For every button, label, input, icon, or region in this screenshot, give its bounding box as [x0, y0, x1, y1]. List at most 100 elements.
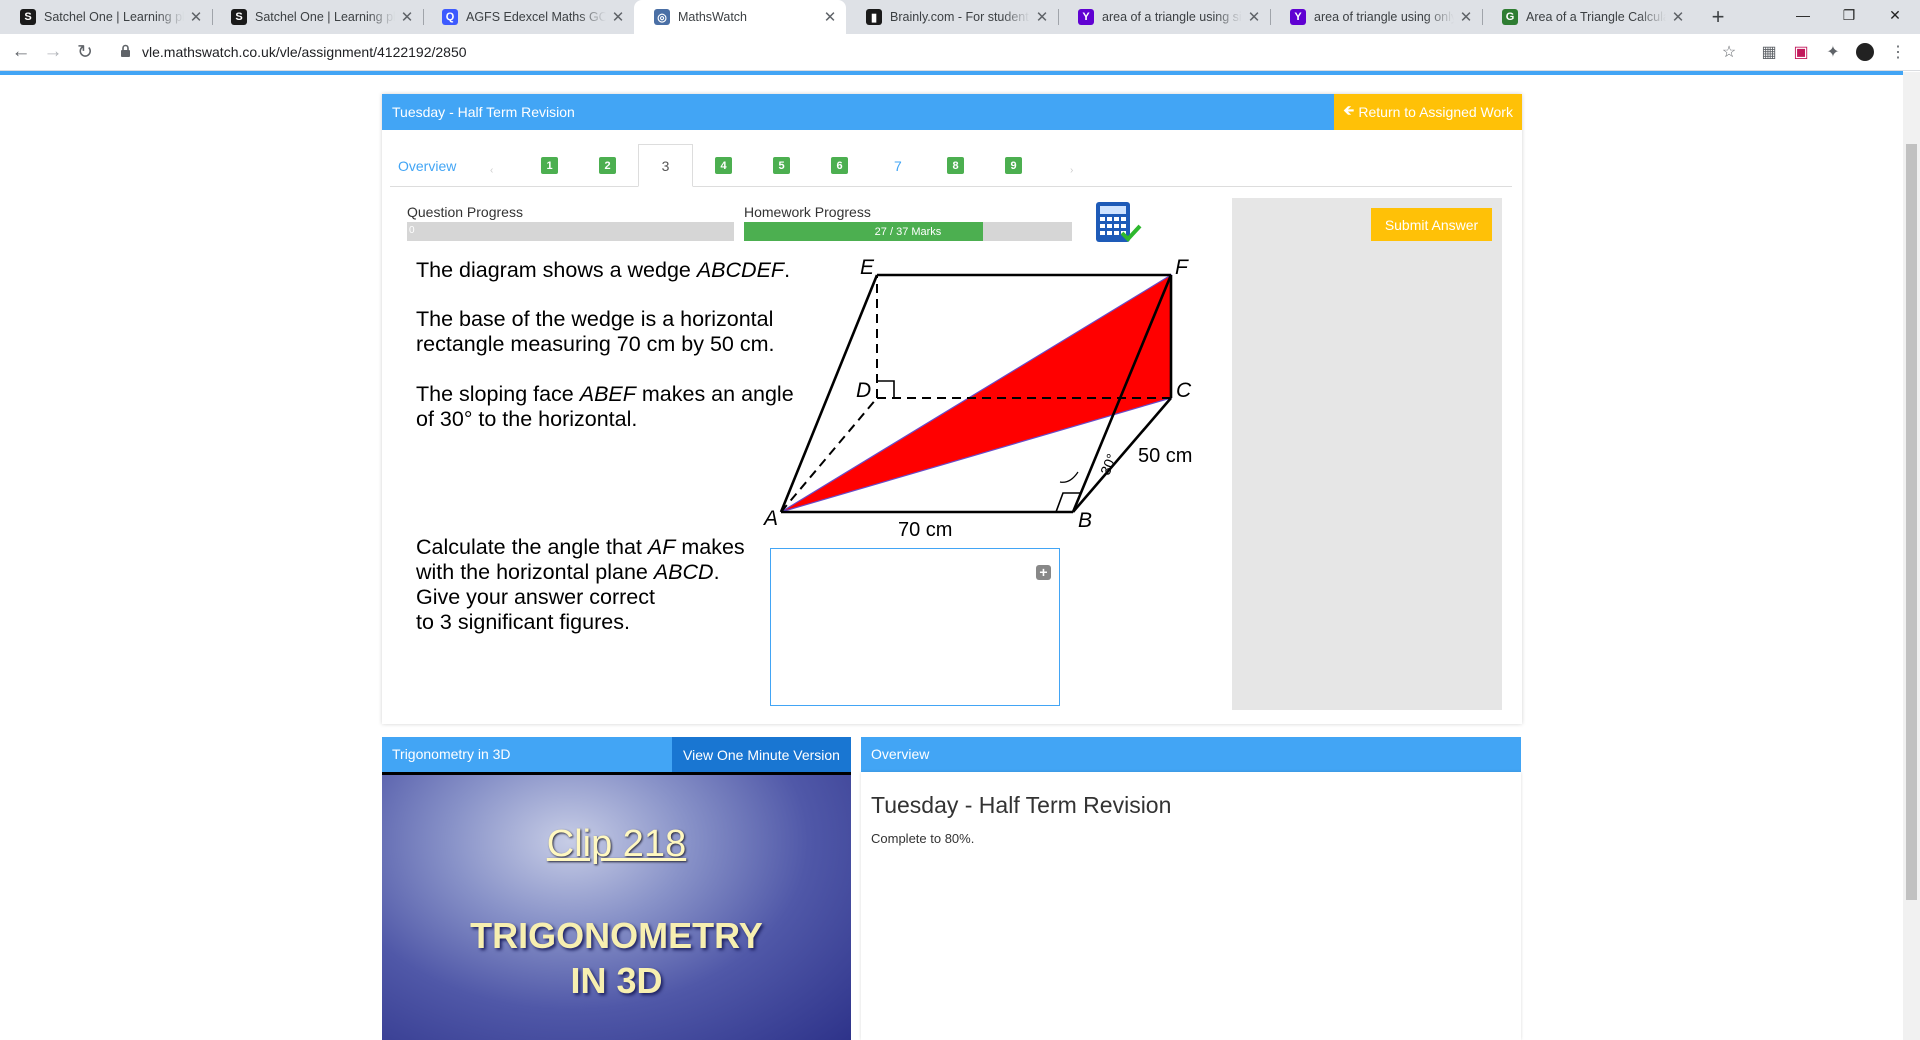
video-player[interactable]: Clip 218 TRIGONOMETRY IN 3D [382, 772, 851, 1040]
tab-favicon-icon: ◎ [654, 9, 670, 25]
text: with the horizontal plane [416, 560, 654, 584]
label-d: D [856, 379, 871, 402]
question-base-line2: rectangle measuring 70 cm by 50 cm. [416, 332, 775, 356]
tab-overview[interactable]: Overview [398, 158, 456, 174]
tab-question-6[interactable]: 6 [831, 157, 848, 174]
question-task-line2: with the horizontal plane ABCD. [416, 560, 720, 585]
tab-title: AGFS Edexcel Maths GCSE F [466, 10, 606, 24]
question-slope-line2: of 30° to the horizontal. [416, 407, 638, 431]
close-tab-icon[interactable]: ✕ [1246, 9, 1262, 26]
text-italic: ABCD [653, 560, 714, 584]
close-tab-icon[interactable]: ✕ [1458, 9, 1474, 26]
reload-icon[interactable]: ↻ [73, 40, 97, 64]
browser-tab[interactable]: ◎ MathsWatch ✕ [634, 0, 846, 34]
close-window-button[interactable]: ✕ [1872, 0, 1918, 30]
text: makes [675, 535, 745, 559]
tab-title: Satchel One | Learning platf [255, 10, 395, 24]
browser-tab[interactable]: Q AGFS Edexcel Maths GCSE F ✕ [422, 0, 634, 34]
return-to-assigned-work-button[interactable]: 🡸 Return to Assigned Work [1334, 94, 1522, 130]
homework-progress-bar: 27 / 37 Marks [744, 222, 1072, 241]
tab-question-1[interactable]: 1 [541, 157, 558, 174]
tab-question-9[interactable]: 9 [1005, 157, 1022, 174]
label-50cm: 50 cm [1138, 445, 1192, 467]
answer-input[interactable] [770, 548, 1060, 706]
minimize-button[interactable]: — [1780, 0, 1826, 30]
browser-tab[interactable]: G Area of a Triangle Calculato ✕ [1482, 0, 1694, 34]
wedge-diagram: A B C D E F 70 cm 50 cm 30° [762, 256, 1192, 541]
extension-pocket-icon[interactable]: ▣ [1791, 42, 1811, 62]
tab-title: MathsWatch [678, 10, 748, 24]
clip-title-line1: TRIGONOMETRY [470, 915, 763, 956]
tab-question-5[interactable]: 5 [773, 157, 790, 174]
text: The sloping face [416, 382, 580, 406]
extensions-puzzle-icon[interactable]: ✦ [1823, 42, 1843, 62]
overview-header-title: Overview [871, 746, 930, 762]
extension-icon[interactable]: ▦ [1759, 42, 1779, 62]
bookmark-star-icon[interactable]: ☆ [1719, 42, 1739, 62]
close-tab-icon[interactable]: ✕ [822, 9, 838, 26]
close-tab-icon[interactable]: ✕ [1034, 9, 1050, 26]
video-title: Trigonometry in 3D [392, 746, 511, 762]
sloping-triangle-afc [780, 273, 1172, 513]
clip-title-line2: IN 3D [570, 960, 663, 1001]
clip-number-link[interactable]: Clip 218 [382, 823, 851, 866]
question-progress-bar: 0 [407, 222, 734, 241]
question-slope-line1: The sloping face ABEF makes an angle [416, 382, 794, 407]
tab-question-3[interactable]: 3 [638, 144, 693, 187]
answer-side-panel [1232, 198, 1502, 710]
tab-favicon-icon: S [231, 9, 247, 25]
submit-answer-button[interactable]: Submit Answer [1371, 208, 1492, 241]
label-c: C [1176, 379, 1192, 402]
tab-separator: › [1070, 165, 1074, 176]
clip-title: TRIGONOMETRY IN 3D [382, 913, 851, 1003]
browser-tab[interactable]: Yarea of a triangle using sine ✕ [1058, 0, 1270, 34]
tab-title: area of triangle using only a [1314, 10, 1454, 24]
scrollbar-thumb[interactable] [1906, 144, 1917, 900]
question-base-line1: The base of the wedge is a horizontal [416, 307, 774, 331]
forward-icon[interactable]: → [41, 40, 65, 64]
tab-favicon-icon: G [1502, 9, 1518, 25]
view-one-minute-button[interactable]: View One Minute Version [672, 737, 851, 772]
homework-progress-value: 27 / 37 Marks [874, 225, 942, 238]
browser-tab[interactable]: Yarea of triangle using only a ✕ [1270, 0, 1482, 34]
text: The diagram shows a wedge [416, 258, 697, 282]
browser-tab[interactable]: S Satchel One | Learning platf ✕ [0, 0, 212, 34]
text-italic: AF [647, 535, 676, 559]
homework-progress-label: Homework Progress [744, 204, 871, 220]
browser-tab[interactable]: S Satchel One | Learning platf ✕ [211, 0, 423, 34]
label-70cm: 70 cm [898, 519, 952, 541]
menu-kebab-icon[interactable]: ⋮ [1888, 42, 1908, 62]
browser-tab[interactable]: ▮ Brainly.com - For students. I ✕ [846, 0, 1058, 34]
tab-title: area of a triangle using sine [1102, 10, 1242, 24]
lock-icon [121, 44, 130, 57]
tab-title: Satchel One | Learning platf [44, 10, 184, 24]
label-f: F [1175, 256, 1189, 279]
label-a: A [762, 507, 778, 530]
add-icon[interactable]: + [1036, 565, 1051, 580]
back-icon[interactable]: ← [9, 40, 33, 64]
right-angle-d [877, 380, 895, 398]
close-tab-icon[interactable]: ✕ [610, 9, 626, 26]
question-task-line3: Give your answer correct [416, 585, 655, 609]
overview-assignment-name: Tuesday - Half Term Revision [871, 792, 1172, 818]
question-intro: The diagram shows a wedge ABCDEF. [416, 258, 790, 283]
return-label: Return to Assigned Work [1358, 104, 1513, 120]
question-task-line4: to 3 significant figures. [416, 610, 630, 634]
tab-question-8[interactable]: 8 [947, 157, 964, 174]
calculator-icon[interactable] [1094, 201, 1144, 243]
close-tab-icon[interactable]: ✕ [399, 9, 415, 26]
new-tab-button[interactable]: + [1706, 4, 1730, 29]
restore-button[interactable]: ❐ [1826, 0, 1872, 30]
angle-arc [1059, 471, 1079, 483]
tab-question-7[interactable]: 7 [894, 158, 902, 174]
close-tab-icon[interactable]: ✕ [188, 9, 204, 26]
tab-title: Area of a Triangle Calculato [1526, 10, 1666, 24]
label-30deg: 30° [1097, 451, 1120, 477]
site-header-line [0, 71, 1903, 75]
profile-avatar[interactable] [1855, 42, 1875, 62]
tab-question-4[interactable]: 4 [715, 157, 732, 174]
tab-question-2[interactable]: 2 [599, 157, 616, 174]
address-bar[interactable]: vle.mathswatch.co.uk/vle/assignment/4122… [142, 44, 467, 60]
label-e: E [860, 256, 875, 279]
close-tab-icon[interactable]: ✕ [1670, 9, 1686, 26]
